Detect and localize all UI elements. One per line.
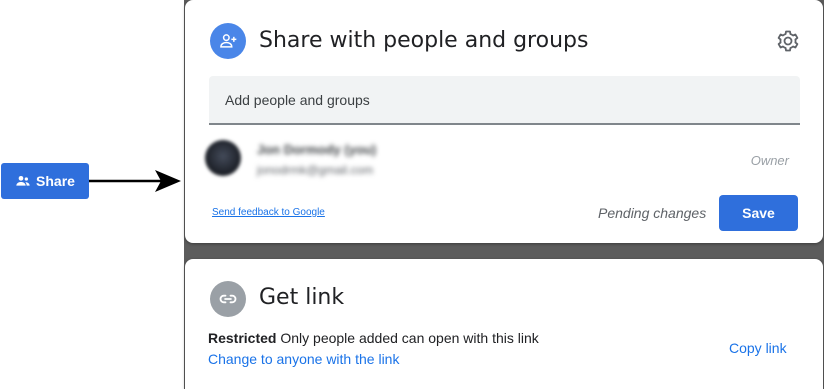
person-name: Jon Dormody (you) — [257, 142, 377, 157]
avatar — [205, 140, 241, 176]
add-people-input[interactable] — [209, 76, 800, 123]
link-icon — [210, 281, 246, 317]
arrow-right-icon — [89, 170, 181, 192]
copy-link-button[interactable]: Copy link — [729, 340, 787, 356]
get-link-panel: Get link Restricted Only people added ca… — [185, 259, 823, 389]
gear-icon[interactable] — [776, 29, 800, 53]
get-link-title: Get link — [259, 285, 345, 310]
save-button[interactable]: Save — [719, 195, 798, 231]
change-access-link[interactable]: Change to anyone with the link — [208, 351, 399, 367]
pending-changes-text: Pending changes — [598, 205, 707, 221]
share-button[interactable]: Share — [1, 163, 89, 199]
send-feedback-link[interactable]: Send feedback to Google — [212, 207, 325, 218]
share-dialog: Share with people and groups Jon Dormody… — [185, 0, 823, 243]
person-email: jonodrmk@gmail.com — [257, 163, 374, 177]
restricted-label: Restricted — [208, 330, 277, 346]
add-people-field[interactable] — [209, 76, 800, 125]
owner-role: Owner — [750, 153, 789, 168]
person-add-icon — [210, 23, 246, 59]
person-row: Jon Dormody (you) jonodrmk@gmail.com Own… — [205, 135, 805, 185]
share-button-label: Share — [36, 173, 75, 189]
restricted-text: Restricted Only people added can open wi… — [208, 330, 539, 346]
people-icon — [16, 176, 30, 186]
dialog-title: Share with people and groups — [259, 28, 589, 53]
restricted-description: Only people added can open with this lin… — [280, 330, 539, 346]
